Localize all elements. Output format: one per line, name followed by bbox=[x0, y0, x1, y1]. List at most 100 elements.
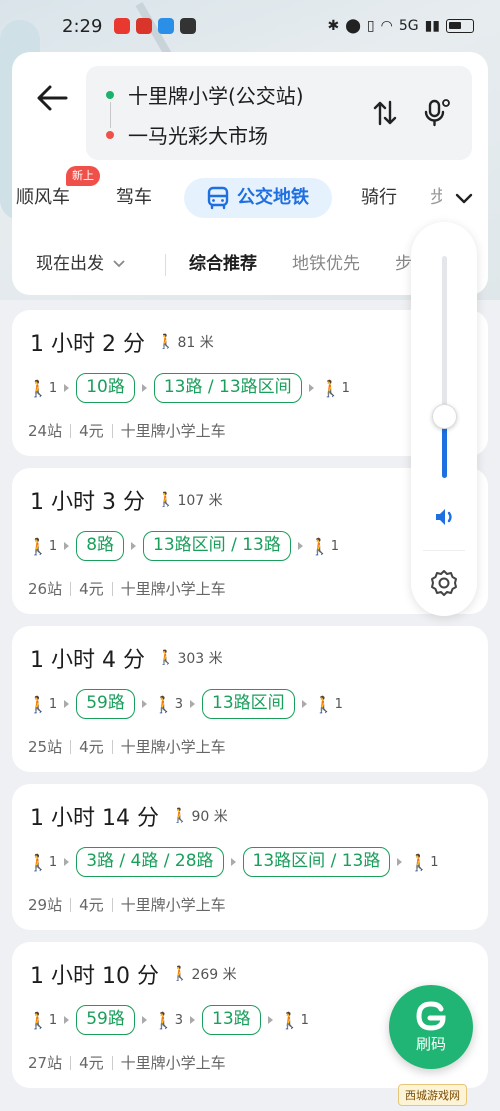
walk-distance-value: 90 米 bbox=[191, 809, 228, 825]
scan-code-button[interactable]: 刷码 bbox=[389, 985, 473, 1069]
route-card[interactable]: 1 小时 4 分 🚶 303 米 🚶 1 59路 🚶 3 13路区间 🚶 1 25站 4元 十里牌小学上车 bbox=[12, 626, 488, 772]
walker-icon: 🚶 bbox=[157, 492, 175, 508]
bus-line-chip[interactable]: 13路区间 / 13路 bbox=[143, 531, 291, 561]
walk-leg-count: 1 bbox=[341, 380, 350, 396]
walk-leg-count: 1 bbox=[300, 1012, 309, 1028]
route-stops: 27站 bbox=[28, 1054, 63, 1072]
bus-line-chip[interactable]: 13路区间 / 13路 bbox=[242, 847, 391, 877]
meta-separator bbox=[111, 739, 113, 754]
bus-line-chip[interactable]: 10路 bbox=[76, 373, 135, 403]
route-duration: 1 小时 10 分 bbox=[30, 964, 159, 989]
meta-separator bbox=[70, 581, 72, 596]
bus-line-chip[interactable]: 59路 bbox=[76, 689, 135, 719]
walk-leg-count: 3 bbox=[174, 1012, 184, 1028]
route-card[interactable]: 1 小时 14 分 🚶 90 米 🚶 1 3路 / 4路 / 28路 13路区间 / 13路… bbox=[12, 784, 488, 930]
meta-separator bbox=[70, 897, 72, 912]
microphone-icon bbox=[424, 99, 450, 127]
walk-leg-count: 1 bbox=[430, 854, 439, 870]
bus-line-chip[interactable]: 3路 / 4路 / 28路 bbox=[76, 847, 224, 877]
walk-distance-value: 81 米 bbox=[177, 335, 214, 351]
walker-icon: 🚶 bbox=[153, 1010, 174, 1030]
vibrate-icon: ▯ bbox=[366, 18, 375, 34]
divider bbox=[423, 550, 465, 551]
tab-bike[interactable]: 骑行 bbox=[361, 176, 397, 220]
tab-drive[interactable]: 驾车 bbox=[116, 176, 152, 220]
bus-line-chip[interactable]: 13路 / 13路区间 bbox=[153, 373, 302, 403]
route-legs: 🚶 1 10路 13路 / 13路区间 🚶 1 bbox=[28, 372, 350, 404]
walk-leg-count: 1 bbox=[48, 380, 58, 396]
route-legs: 🚶 1 59路 🚶 3 13路 🚶 1 bbox=[28, 1004, 309, 1036]
notification-app-icon bbox=[136, 18, 153, 34]
walker-icon: 🚶 bbox=[171, 966, 189, 982]
speaker-icon[interactable] bbox=[432, 504, 458, 530]
leg-arrow-icon bbox=[141, 700, 147, 708]
meta-separator bbox=[70, 739, 72, 754]
signal-icon: ▮▮ bbox=[424, 18, 440, 34]
volume-slider[interactable] bbox=[442, 256, 447, 478]
walk-distance: 🚶 303 米 bbox=[157, 648, 223, 668]
depart-time-dropdown[interactable]: 现在出发 bbox=[36, 242, 126, 286]
walker-icon: 🚶 bbox=[28, 536, 48, 556]
bus-line-chip[interactable]: 13路 bbox=[202, 1005, 261, 1035]
route-duration: 1 小时 2 分 bbox=[30, 332, 145, 357]
route-input-box: 十里牌小学(公交站) 一马光彩大市场 bbox=[86, 66, 472, 160]
tab-label: 公交地铁 bbox=[237, 187, 309, 208]
leg-arrow-icon bbox=[297, 542, 303, 550]
bus-line-chip[interactable]: 13路区间 bbox=[202, 689, 295, 719]
meta-separator bbox=[70, 423, 72, 438]
route-fare: 4元 bbox=[79, 422, 104, 440]
walker-icon: 🚶 bbox=[28, 1010, 48, 1030]
bus-line-chip[interactable]: 8路 bbox=[76, 531, 125, 561]
leg-arrow-icon bbox=[64, 384, 70, 392]
swap-button[interactable] bbox=[370, 98, 400, 128]
bus-icon bbox=[207, 186, 229, 210]
notification-app-icon bbox=[158, 18, 175, 34]
route-meta: 25站 4元 十里牌小学上车 bbox=[28, 736, 226, 757]
route-fare: 4元 bbox=[79, 738, 104, 756]
walker-icon: 🚶 bbox=[279, 1010, 300, 1030]
walk-leg: 🚶 3 bbox=[154, 695, 183, 714]
walk-leg: 🚶 1 bbox=[409, 853, 438, 872]
walk-distance: 🚶 269 米 bbox=[171, 964, 237, 984]
route-duration: 1 小时 3 分 bbox=[30, 490, 145, 515]
route-fare: 4元 bbox=[79, 580, 104, 598]
walk-leg: 🚶 3 bbox=[154, 1011, 183, 1030]
walker-icon: 🚶 bbox=[320, 378, 341, 398]
meta-separator bbox=[111, 581, 113, 596]
walk-leg-count: 3 bbox=[174, 696, 184, 712]
chevron-down-icon[interactable] bbox=[452, 186, 476, 210]
network-label: 5G bbox=[398, 18, 419, 34]
sort-option-subway-first[interactable]: 地铁优先 bbox=[292, 242, 360, 286]
walk-leg: 🚶 1 bbox=[280, 1011, 309, 1030]
transport-mode-tabs: 顺风车 新上 驾车 公交地铁 骑行 步行 bbox=[12, 166, 488, 220]
voice-input-button[interactable] bbox=[420, 96, 454, 130]
volume-slider-thumb[interactable] bbox=[432, 404, 457, 429]
depart-time-label: 现在出发 bbox=[36, 254, 104, 274]
scan-code-label: 刷码 bbox=[415, 1034, 446, 1053]
sort-option-recommended[interactable]: 综合推荐 bbox=[189, 242, 257, 286]
divider bbox=[165, 254, 166, 276]
tab-walk[interactable]: 步行 bbox=[430, 176, 442, 220]
leg-arrow-icon bbox=[141, 1016, 147, 1024]
watermark: 西城游戏网 bbox=[398, 1084, 467, 1106]
scan-code-logo-icon bbox=[416, 1000, 446, 1031]
bus-line-chip[interactable]: 59路 bbox=[76, 1005, 135, 1035]
back-button[interactable] bbox=[32, 78, 72, 118]
tab-transit[interactable]: 公交地铁 bbox=[184, 178, 332, 218]
route-fare: 4元 bbox=[79, 1054, 104, 1072]
leg-arrow-icon bbox=[190, 1016, 196, 1024]
walker-icon: 🚶 bbox=[409, 852, 430, 872]
walker-icon: 🚶 bbox=[313, 694, 334, 714]
walk-leg: 🚶 1 bbox=[28, 853, 57, 872]
tab-rideshare[interactable]: 顺风车 新上 bbox=[16, 166, 100, 220]
origin-field[interactable]: 十里牌小学(公交站) bbox=[128, 80, 304, 109]
route-fare: 4元 bbox=[79, 896, 104, 914]
destination-field[interactable]: 一马光彩大市场 bbox=[128, 120, 268, 149]
gear-icon[interactable] bbox=[429, 568, 459, 598]
walker-icon: 🚶 bbox=[157, 334, 175, 350]
walker-icon: 🚶 bbox=[171, 808, 189, 824]
walk-leg: 🚶 1 bbox=[310, 537, 339, 556]
route-duration: 1 小时 14 分 bbox=[30, 806, 159, 831]
walk-leg-count: 1 bbox=[330, 538, 340, 554]
walk-leg: 🚶 1 bbox=[28, 695, 57, 714]
